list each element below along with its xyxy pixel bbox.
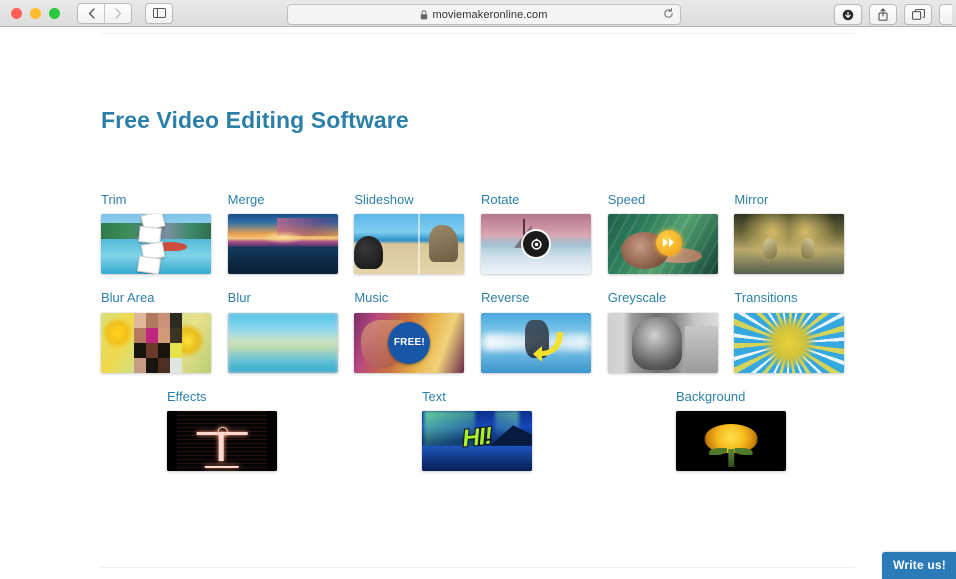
feature-tile-merge[interactable]: Merge — [227, 192, 355, 275]
sidebar-toggle-icon — [152, 8, 166, 18]
write-us-button[interactable]: Write us! — [882, 552, 956, 579]
slideshow-thumbnail[interactable] — [354, 214, 465, 275]
maximize-window-button[interactable] — [49, 7, 60, 19]
feature-row-1: Trim Merge Slideshow Rotate Speed Mirror — [101, 192, 861, 275]
share-button[interactable] — [869, 4, 897, 25]
browser-toolbar: moviemakeronline.com — [0, 0, 956, 27]
content-divider-bottom — [101, 567, 855, 568]
tile-label: Effects — [167, 388, 207, 404]
sidebar-toggle-button[interactable] — [145, 2, 173, 24]
tab-overview-button[interactable] — [904, 4, 932, 25]
mirror-thumbnail[interactable] — [734, 214, 845, 275]
tile-label: Mirror — [734, 192, 769, 207]
transitions-thumbnail[interactable] — [734, 312, 845, 373]
feature-tile-effects[interactable]: Effects — [167, 388, 295, 471]
effects-thumbnail[interactable] — [167, 410, 277, 471]
feature-tile-rotate[interactable]: Rotate — [481, 192, 608, 275]
music-thumbnail[interactable]: FREE! — [354, 312, 465, 373]
feature-tile-blur-area[interactable]: Blur Area — [101, 290, 228, 373]
tile-label: Trim — [101, 192, 127, 207]
content-divider-top — [101, 33, 855, 34]
feature-tile-slideshow[interactable]: Slideshow — [354, 192, 481, 275]
merge-thumbnail[interactable] — [227, 214, 338, 275]
feature-tile-music[interactable]: Music FREE! — [354, 290, 481, 373]
address-bar[interactable]: moviemakeronline.com — [287, 4, 681, 25]
feature-tile-greyscale[interactable]: Greyscale — [607, 290, 735, 373]
toolbar-right-group — [834, 4, 956, 25]
lock-icon — [420, 9, 428, 20]
more-toolbar-button[interactable] — [939, 4, 952, 25]
tile-label: Merge — [227, 192, 265, 207]
pixelation-overlay — [134, 312, 183, 373]
url-text: moviemakeronline.com — [432, 8, 548, 21]
page-content: Free Video Editing Software Trim Merge S… — [0, 27, 956, 579]
reload-icon[interactable] — [663, 7, 674, 22]
download-icon — [842, 9, 854, 20]
feature-tile-transitions[interactable]: Transitions — [734, 290, 861, 373]
feature-grid: Trim Merge Slideshow Rotate Speed Mirror… — [101, 192, 861, 497]
forward-button[interactable] — [104, 3, 131, 23]
feature-row-3: Effects Text HI! Background — [101, 388, 861, 480]
feature-tile-reverse[interactable]: Reverse — [481, 290, 608, 373]
free-badge: FREE! — [388, 321, 431, 364]
hi-text-overlay: HI! — [460, 422, 494, 454]
navigation-buttons — [77, 2, 132, 24]
feature-tile-text[interactable]: Text HI! — [422, 388, 550, 471]
window-traffic-lights — [0, 7, 60, 19]
tile-label: Text — [422, 388, 446, 404]
minimize-window-button[interactable] — [30, 7, 41, 19]
tile-label: Greyscale — [607, 290, 667, 306]
back-button[interactable] — [78, 3, 104, 23]
page-title: Free Video Editing Software — [101, 107, 409, 133]
blur-area-thumbnail[interactable] — [101, 312, 211, 373]
greyscale-thumbnail[interactable] — [607, 312, 718, 373]
blur-thumbnail[interactable] — [227, 312, 338, 373]
fast-forward-icon — [656, 229, 683, 256]
chevron-left-icon — [88, 7, 95, 19]
close-window-button[interactable] — [11, 7, 22, 19]
tab-overview-icon — [911, 9, 925, 20]
speed-thumbnail[interactable] — [607, 214, 718, 275]
tile-label: Slideshow — [354, 192, 414, 207]
tile-label: Transitions — [734, 290, 798, 306]
chevron-right-icon — [114, 7, 121, 19]
tile-label: Music — [354, 290, 389, 306]
download-button[interactable] — [834, 4, 862, 25]
text-thumbnail[interactable]: HI! — [422, 410, 532, 471]
tile-label: Reverse — [481, 290, 530, 306]
trim-thumbnail[interactable] — [101, 214, 211, 275]
feature-tile-mirror[interactable]: Mirror — [734, 192, 861, 275]
feature-tile-speed[interactable]: Speed — [607, 192, 735, 275]
reverse-arrow-icon — [529, 328, 569, 368]
feature-tile-blur[interactable]: Blur — [227, 290, 355, 373]
reverse-thumbnail[interactable] — [481, 312, 592, 373]
share-icon — [878, 8, 888, 21]
rotate-icon — [523, 231, 550, 258]
tile-label: Background — [676, 388, 746, 404]
feature-tile-trim[interactable]: Trim — [101, 192, 228, 275]
background-thumbnail[interactable] — [676, 410, 786, 471]
feature-tile-background[interactable]: Background — [676, 388, 804, 471]
tile-label: Speed — [607, 192, 646, 207]
feature-row-2: Blur Area Blur Music FREE! Reverse Greys… — [101, 290, 861, 373]
rotate-thumbnail[interactable] — [481, 214, 592, 275]
tile-label: Rotate — [481, 192, 520, 207]
tile-label: Blur Area — [101, 290, 155, 306]
tile-label: Blur — [227, 290, 251, 306]
